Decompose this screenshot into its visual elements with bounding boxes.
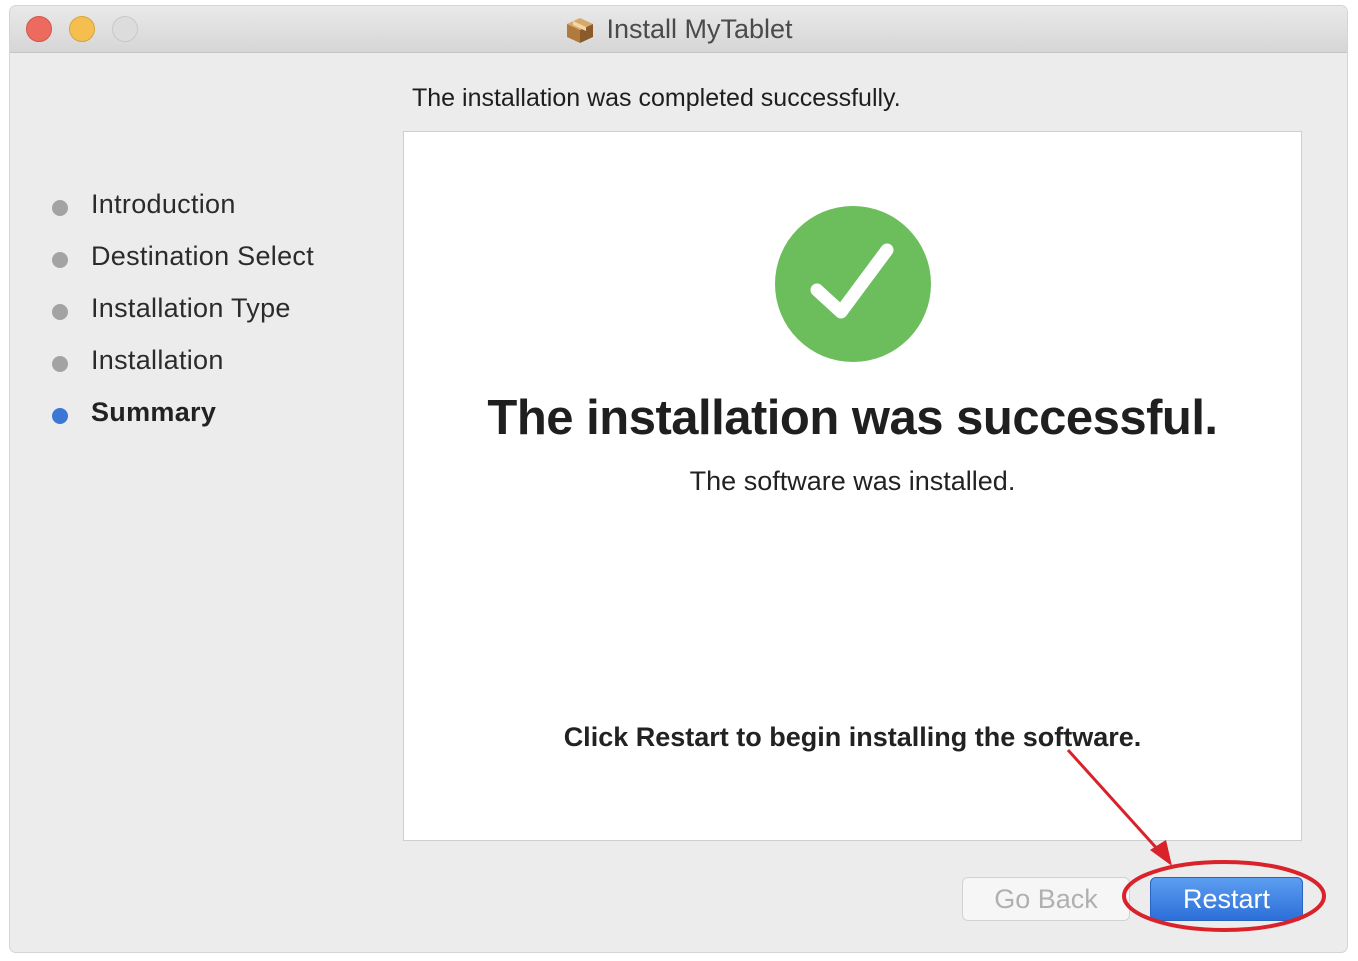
installer-steps-sidebar: Introduction Destination Select Installa… <box>48 178 378 438</box>
package-icon <box>567 17 594 43</box>
restart-instruction: Click Restart to begin installing the so… <box>563 722 1142 752</box>
step-bullet-icon <box>52 356 68 372</box>
window-title-group: Install MyTablet <box>10 14 1347 45</box>
installer-window: Install MyTablet The installation was co… <box>10 6 1347 952</box>
step-bullet-icon <box>52 304 68 320</box>
window-title: Install MyTablet <box>606 14 793 44</box>
sidebar-item-label: Introduction <box>91 188 236 219</box>
page-subtitle: The installation was completed successfu… <box>412 84 901 112</box>
success-subheading: The software was installed. <box>689 466 1016 496</box>
step-bullet-icon <box>52 200 68 216</box>
checkmark-circle-icon <box>775 206 931 362</box>
go-back-button[interactable]: Go Back <box>962 877 1130 921</box>
title-bar: Install MyTablet <box>10 6 1347 53</box>
step-bullet-icon <box>52 252 68 268</box>
restart-button[interactable]: Restart <box>1150 877 1303 921</box>
sidebar-item-label: Installation <box>91 344 224 375</box>
step-bullet-icon <box>52 408 68 424</box>
sidebar-item-installation: Installation <box>48 334 378 386</box>
sidebar-item-introduction: Introduction <box>48 178 378 230</box>
sidebar-item-installation-type: Installation Type <box>48 282 378 334</box>
sidebar-item-destination-select: Destination Select <box>48 230 378 282</box>
sidebar-item-summary: Summary <box>48 386 378 438</box>
sidebar-item-label: Installation Type <box>91 292 291 323</box>
success-heading: The installation was successful. <box>487 391 1218 445</box>
sidebar-item-label: Destination Select <box>91 240 315 271</box>
sidebar-item-label: Summary <box>91 396 217 427</box>
summary-content-panel: The installation was successful. The sof… <box>403 131 1302 841</box>
